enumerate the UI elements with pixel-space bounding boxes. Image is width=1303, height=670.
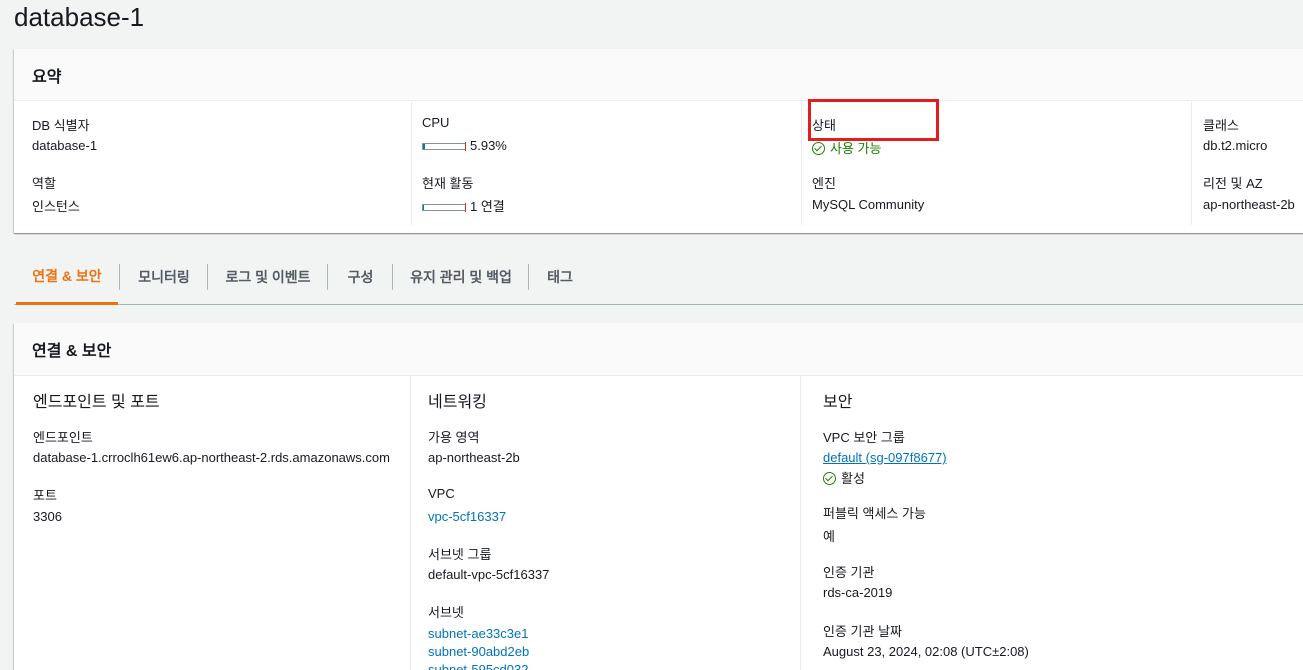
check-circle-icon (823, 472, 836, 485)
activity-value: 1 연결 (422, 196, 505, 215)
summary-col-identifier: DB 식별자 database-1 역할 인스턴스 (14, 101, 412, 225)
region-value: ap-northeast-2b (1203, 197, 1295, 212)
subnet-group-value: default-vpc-5cf16337 (428, 567, 550, 582)
certificate-date-value: August 23, 2024, 02:08 (UTC±2:08) (823, 644, 1029, 659)
db-identifier-value: database-1 (32, 138, 98, 153)
security-group-status: 활성 (823, 468, 865, 487)
tab-monitoring[interactable]: 모니터링 (120, 250, 208, 304)
tab-tags[interactable]: 태그 (529, 250, 591, 304)
networking-column: 네트워킹 가용 영역 ap-northeast-2b VPC vpc-5cf16… (411, 376, 801, 670)
cpu-bar-limit (465, 142, 466, 152)
engine-label: 엔진 (812, 176, 836, 191)
subnet-group-label: 서브넷 그룹 (428, 547, 492, 562)
tab-logs-events[interactable]: 로그 및 이벤트 (208, 250, 328, 304)
summary-grid: DB 식별자 database-1 역할 인스턴스 CPU 5.93% 현재 활… (14, 101, 1303, 232)
summary-panel: 요약 DB 식별자 database-1 역할 인스턴스 CPU 5.93% 현… (14, 49, 1303, 233)
activity-bar-limit (465, 203, 466, 213)
certificate-authority-label: 인증 기관 (823, 565, 875, 580)
subnets-label: 서브넷 (428, 605, 464, 620)
cpu-bar (422, 142, 466, 152)
subnet-link[interactable]: subnet-90abd2eb (428, 644, 529, 659)
public-access-label: 퍼블릭 액세스 가능 (823, 506, 926, 521)
public-access-value: 예 (823, 529, 835, 544)
tab-maintenance-backups[interactable]: 유지 관리 및 백업 (393, 250, 529, 304)
endpoint-label: 엔드포인트 (33, 430, 93, 445)
cpu-label: CPU (422, 115, 450, 130)
activity-label: 현재 활동 (422, 176, 474, 191)
networking-heading: 네트워킹 (428, 394, 487, 411)
activity-bar (422, 203, 466, 213)
certificate-date-label: 인증 기관 날짜 (823, 624, 902, 639)
db-identifier-label: DB 식별자 (32, 118, 90, 133)
connectivity-title: 연결 & 보안 (32, 343, 112, 360)
subnet-link[interactable]: subnet-ae33c3e1 (428, 626, 528, 641)
activity-bar-fill (423, 205, 424, 211)
port-value: 3306 (33, 509, 62, 524)
availability-zone-value: ap-northeast-2b (428, 450, 520, 465)
cpu-bar-fill (423, 144, 426, 150)
security-group-highlight-box (808, 99, 939, 141)
region-label: 리전 및 AZ (1203, 176, 1263, 191)
summary-title: 요약 (32, 68, 62, 86)
engine-value: MySQL Community (812, 197, 925, 212)
vpc-link[interactable]: vpc-5cf16337 (428, 509, 506, 524)
summary-col-cpu: CPU 5.93% 현재 활동 1 연결 (412, 101, 802, 225)
role-value: 인스턴스 (32, 199, 80, 214)
connectivity-panel: 연결 & 보안 엔드포인트 및 포트 엔드포인트 database-1.crro… (14, 323, 1303, 670)
role-label: 역할 (32, 176, 56, 191)
tab-connectivity-security[interactable]: 연결 & 보안 (16, 250, 118, 305)
security-heading: 보안 (823, 394, 853, 411)
security-group-status-text: 활성 (841, 471, 865, 486)
certificate-authority-value: rds-ca-2019 (823, 585, 893, 600)
cpu-percent: 5.93% (470, 138, 507, 153)
summary-header: 요약 (14, 49, 1303, 101)
availability-zone-label: 가용 영역 (428, 430, 480, 445)
class-value: db.t2.micro (1203, 138, 1268, 153)
security-column: 보안 VPC 보안 그룹 default (sg-097f8677) 활성 퍼블… (801, 376, 1303, 670)
endpoint-value[interactable]: database-1.crroclh61ew6.ap-northeast-2.r… (33, 450, 390, 465)
endpoint-column: 엔드포인트 및 포트 엔드포인트 database-1.crroclh61ew6… (14, 376, 411, 670)
summary-col-class: 클래스 db.t2.micro 리전 및 AZ ap-northeast-2b (1192, 101, 1303, 225)
vpc-security-group-label: VPC 보안 그룹 (823, 430, 905, 445)
port-label: 포트 (33, 488, 57, 503)
detail-tabs: 연결 & 보안 모니터링 로그 및 이벤트 구성 유지 관리 및 백업 태그 (14, 250, 1303, 305)
page-title: database-1 (14, 2, 145, 32)
vpc-label: VPC (428, 486, 455, 501)
security-group-link[interactable]: default (sg-097f8677) (823, 450, 947, 465)
activity-connections: 1 연결 (470, 199, 505, 214)
tab-configuration[interactable]: 구성 (328, 250, 393, 304)
endpoint-heading: 엔드포인트 및 포트 (33, 394, 160, 411)
subnet-link[interactable]: subnet-595cd032 (428, 662, 528, 670)
check-circle-icon (812, 142, 825, 155)
cpu-value: 5.93% (422, 138, 507, 153)
class-label: 클래스 (1203, 118, 1239, 133)
status-text: 사용 가능 (830, 141, 882, 156)
connectivity-header: 연결 & 보안 (14, 323, 1303, 376)
